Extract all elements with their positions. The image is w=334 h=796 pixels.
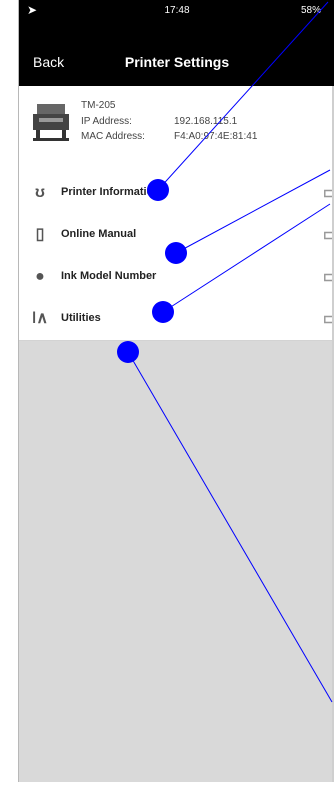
menu-item-utilities[interactable]: ǀ∧ Utilities ⊏: [19, 298, 334, 341]
phone-frame: ➤ 17:48 58% Back Printer Settings TM-205…: [18, 0, 334, 782]
status-bar: ➤ 17:48 58%: [19, 0, 334, 44]
printer-card: TM-205 IP Address: 192.168.115.1 MAC Add…: [19, 86, 334, 173]
printer-info-icon: ʊ: [35, 184, 45, 201]
mac-address-value: F4:A0:97:4E:81:41: [174, 131, 258, 142]
printer-model: TM-205: [81, 100, 116, 111]
menu-item-printer-information[interactable]: ʊ Printer Information ⊏: [19, 172, 334, 215]
manual-icon: ▯: [35, 226, 45, 243]
navigation-bar: Back Printer Settings: [19, 44, 334, 86]
ink-icon: ●: [35, 268, 45, 285]
menu-item-ink-model-number[interactable]: ● Ink Model Number ⊏: [19, 256, 334, 299]
printer-image-icon: [33, 104, 69, 141]
menu-item-label: Utilities: [61, 312, 101, 324]
menu-item-online-manual[interactable]: ▯ Online Manual ⊏: [19, 214, 334, 257]
menu-item-label: Online Manual: [61, 228, 137, 240]
ip-address-label: IP Address:: [81, 116, 132, 127]
menu-item-label: Printer Information: [61, 186, 161, 198]
battery-level: 58%: [300, 5, 321, 16]
status-time: 17:48: [164, 5, 190, 16]
tools-icon: ǀ∧: [31, 310, 49, 327]
page-title: Printer Settings: [124, 54, 230, 70]
mac-address-label: MAC Address:: [81, 131, 145, 142]
menu-item-label: Ink Model Number: [61, 270, 157, 282]
ip-address-value: 192.168.115.1: [174, 116, 238, 127]
